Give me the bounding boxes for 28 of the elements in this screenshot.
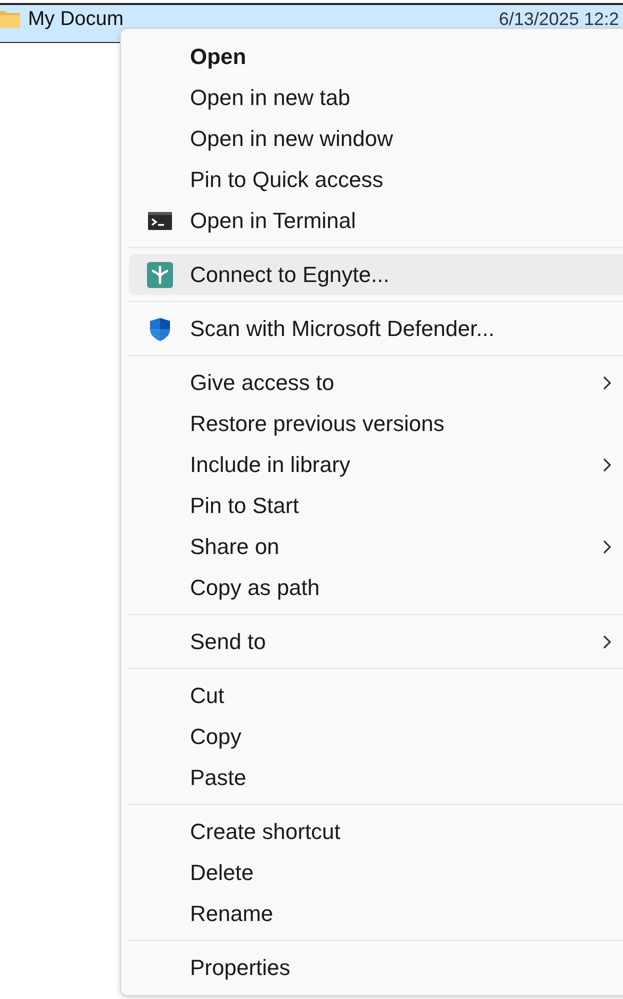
menu-item[interactable]: Create shortcut: [129, 811, 623, 852]
file-name: My Docum: [28, 7, 124, 31]
menu-item[interactable]: Pin to Start: [129, 485, 623, 526]
menu-item[interactable]: Send to: [129, 621, 623, 662]
menu-item[interactable]: Open in Terminal: [129, 200, 623, 241]
menu-item[interactable]: Open in new tab: [129, 77, 623, 118]
menu-item[interactable]: Paste: [129, 757, 623, 798]
menu-item[interactable]: Properties: [129, 947, 623, 988]
menu-item[interactable]: Give access to: [129, 362, 623, 403]
egnyte-logo-icon: [146, 262, 172, 288]
date-modified: 6/13/2025 12:2: [498, 8, 619, 31]
menu-item[interactable]: Open in new window: [129, 118, 623, 159]
folder-icon: [0, 9, 20, 29]
menu-item[interactable]: Restore previous versions: [129, 403, 623, 444]
menu-item[interactable]: Copy as path: [129, 567, 623, 608]
menu-item[interactable]: Share on: [129, 526, 623, 567]
menu-item[interactable]: Copy: [129, 716, 623, 757]
menu-item[interactable]: Include in library: [129, 444, 623, 485]
menu-item[interactable]: Connect to Egnyte...: [129, 254, 623, 295]
menu-item[interactable]: Rename: [129, 893, 623, 934]
menu-item[interactable]: Scan with Microsoft Defender...: [129, 308, 623, 349]
menu-item[interactable]: Cut: [129, 675, 623, 716]
chevron-right-icon: [601, 538, 613, 554]
chevron-right-icon: [601, 374, 613, 390]
chevron-right-icon: [601, 456, 613, 472]
menu-item[interactable]: Delete: [129, 852, 623, 893]
chevron-right-icon: [601, 634, 613, 650]
menu-item[interactable]: Pin to Quick access: [129, 159, 623, 200]
